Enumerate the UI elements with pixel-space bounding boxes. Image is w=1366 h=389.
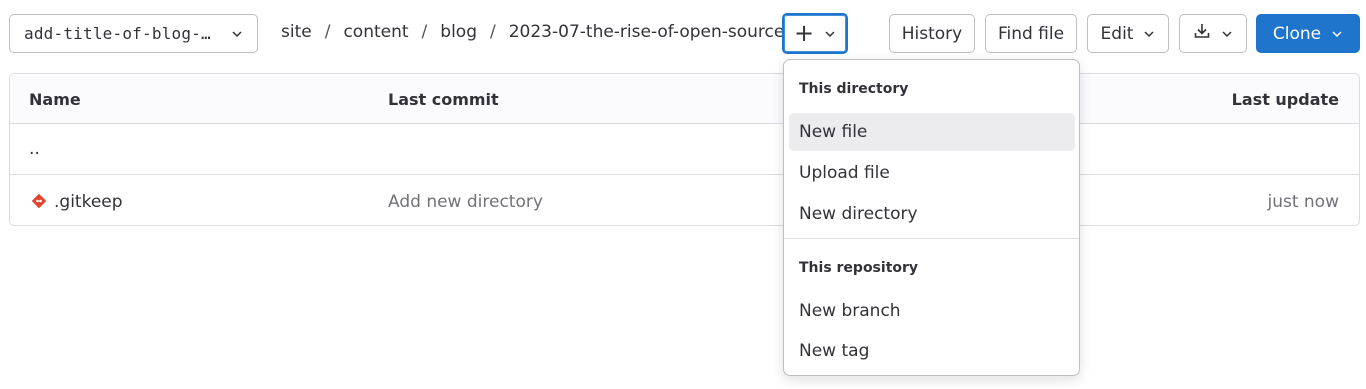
breadcrumb: site / content / blog / 2023-07-the-rise… — [281, 22, 816, 42]
upload-file-item[interactable]: Upload file — [789, 154, 1075, 192]
download-button[interactable] — [1179, 14, 1247, 53]
commit-message-link[interactable]: Add new directory — [388, 192, 543, 212]
header-name: Name — [29, 90, 81, 109]
header-last-commit: Last commit — [388, 90, 499, 109]
history-button[interactable]: History — [889, 14, 975, 53]
breadcrumb-directory[interactable]: 2023-07-the-rise-of-open-source — [509, 22, 785, 42]
breadcrumb-separator: / — [421, 22, 428, 42]
breadcrumb-site[interactable]: site — [281, 22, 312, 42]
new-tag-item[interactable]: New tag — [789, 332, 1075, 370]
new-file-item[interactable]: New file — [789, 113, 1075, 151]
header-last-update: Last update — [1231, 90, 1339, 109]
add-menu-dropdown: This directory New file Upload file New … — [783, 59, 1080, 376]
clone-button[interactable]: Clone — [1256, 14, 1360, 53]
breadcrumb-separator: / — [324, 22, 331, 42]
plus-icon: + — [793, 18, 815, 47]
section-this-repository: This repository — [799, 260, 919, 276]
repository-toolbar: add-title-of-blog-… site / content / blo… — [0, 0, 1366, 66]
edit-button[interactable]: Edit — [1087, 14, 1169, 53]
chevron-down-icon — [1221, 28, 1233, 40]
new-directory-item[interactable]: New directory — [789, 195, 1075, 233]
add-menu-button[interactable]: + — [782, 13, 848, 54]
branch-selector[interactable]: add-title-of-blog-… — [9, 14, 258, 53]
breadcrumb-content[interactable]: content — [343, 22, 408, 42]
chevron-down-icon — [231, 28, 243, 40]
last-update-time: just now — [1267, 192, 1339, 212]
new-branch-item[interactable]: New branch — [789, 292, 1075, 330]
parent-directory-link[interactable]: .. — [29, 139, 40, 159]
breadcrumb-separator: / — [490, 22, 496, 42]
download-icon — [1193, 22, 1211, 45]
file-table: Name Last commit Last update .. .gitkeep… — [9, 73, 1360, 226]
gitlab-file-icon — [31, 193, 47, 209]
find-file-button[interactable]: Find file — [985, 14, 1077, 53]
section-this-directory: This directory — [799, 81, 909, 97]
dropdown-divider — [784, 238, 1079, 239]
chevron-down-icon — [1331, 28, 1343, 40]
branch-name: add-title-of-blog-… — [24, 24, 211, 43]
breadcrumb-blog[interactable]: blog — [440, 22, 477, 42]
chevron-down-icon — [824, 28, 836, 40]
table-row[interactable]: .. — [10, 125, 1359, 175]
table-row[interactable]: .gitkeep Add new directory just now — [10, 176, 1359, 225]
table-header: Name Last commit Last update — [10, 74, 1359, 124]
chevron-down-icon — [1143, 28, 1155, 40]
edit-label: Edit — [1100, 23, 1134, 44]
clone-label: Clone — [1272, 23, 1322, 44]
file-name-link[interactable]: .gitkeep — [54, 192, 123, 212]
